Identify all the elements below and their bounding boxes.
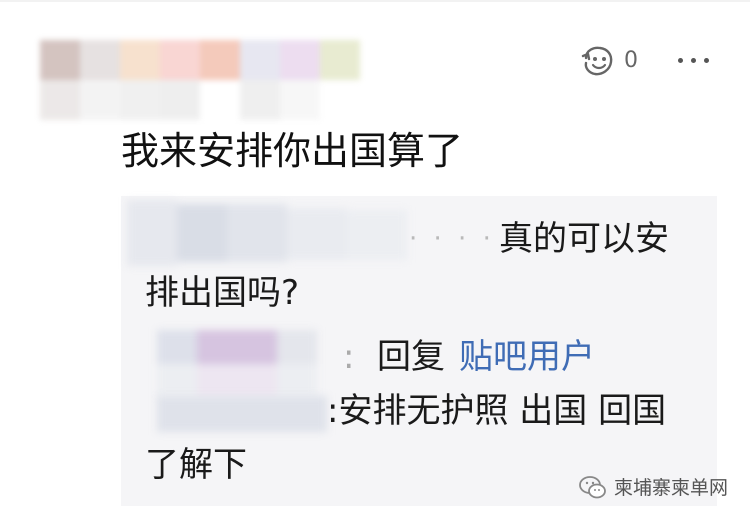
comment-text: 我来安排你出国算了 xyxy=(121,129,464,173)
reply-dots: · · · · xyxy=(409,224,495,254)
watermark: 柬埔寨柬单网 xyxy=(578,473,728,503)
reply-2-line-1: :安排无护照 出国 回国 xyxy=(327,391,667,431)
reply-1-line-2: 排出国吗? xyxy=(145,273,300,313)
reaction-icon[interactable] xyxy=(580,44,616,78)
comment-card: 0 我来安排你出国算了 · · · · 真的可以安 排出国吗? : 回复 贴吧用… xyxy=(0,0,750,519)
reply-2-separator: : xyxy=(343,337,355,377)
watermark-text: 柬埔寨柬单网 xyxy=(613,477,728,499)
blurred-reply-username-2[interactable] xyxy=(157,330,327,400)
blurred-username[interactable] xyxy=(40,40,402,122)
reply-box: · · · · 真的可以安 排出国吗? : 回复 贴吧用户 :安排无护照 出国 … xyxy=(121,196,717,506)
blurred-reply-username-3[interactable] xyxy=(157,396,327,432)
wechat-icon xyxy=(579,476,606,499)
reaction-count: 0 xyxy=(624,48,638,73)
more-options-icon[interactable] xyxy=(676,58,710,64)
mention-link[interactable]: 贴吧用户 xyxy=(459,334,595,380)
reply-2-line-2: 了解下 xyxy=(145,445,247,485)
divider xyxy=(0,0,750,2)
reply-1-line-1: 真的可以安 xyxy=(499,219,669,259)
reply-word: 回复 xyxy=(377,337,445,377)
blurred-reply-username[interactable] xyxy=(127,200,417,266)
